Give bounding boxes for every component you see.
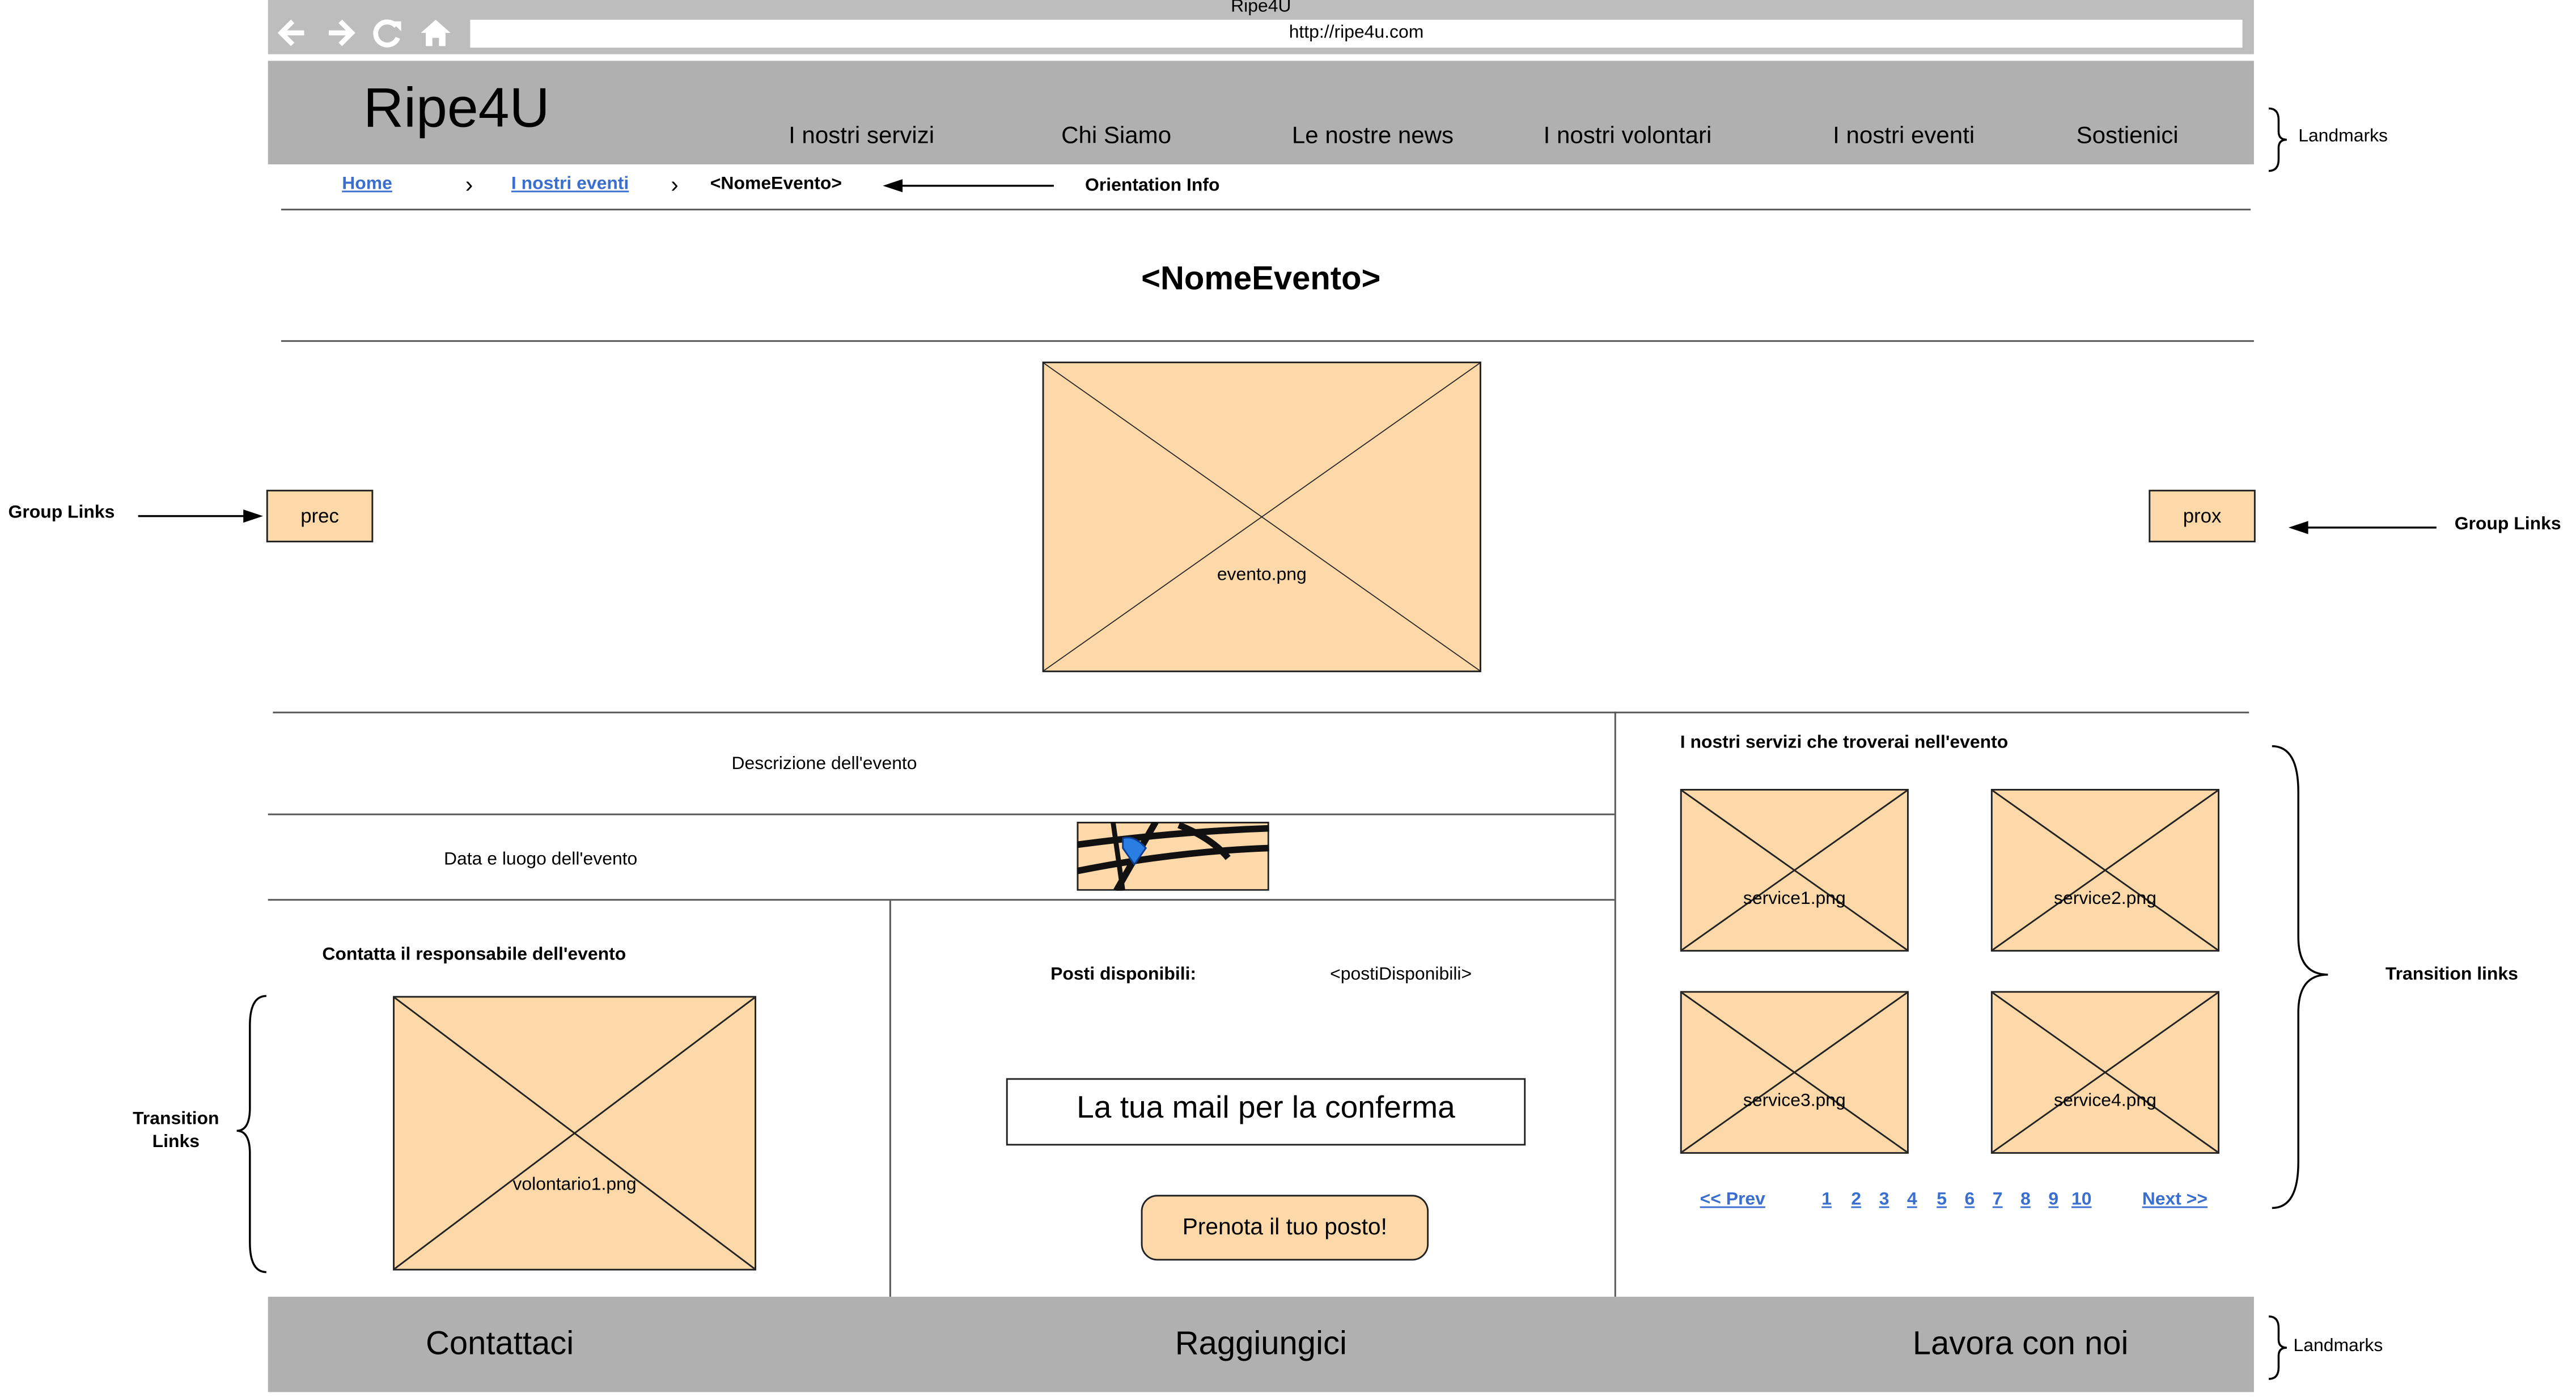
footer-lavora-con-noi[interactable]: Lavora con noi — [1913, 1326, 2128, 1364]
event-image-label: evento.png — [1217, 565, 1307, 585]
pagination-page[interactable]: 6 — [1965, 1190, 1975, 1210]
volunteer-image-label: volontario1.png — [512, 1175, 637, 1195]
reload-icon[interactable] — [370, 16, 406, 49]
forward-arrow-icon[interactable] — [322, 16, 358, 49]
service-card[interactable]: service2.png — [1990, 789, 2220, 952]
arrow-left-icon — [2288, 521, 2437, 534]
pagination-page[interactable]: 8 — [2020, 1190, 2031, 1210]
pagination-page[interactable]: 7 — [1993, 1190, 2003, 1210]
divider — [281, 340, 2254, 342]
pagination-page[interactable]: 1 — [1821, 1190, 1832, 1210]
nav-item-servizi[interactable]: I nostri servizi — [789, 124, 934, 150]
footer-raggiungici[interactable]: Raggiungici — [1175, 1326, 1347, 1364]
browser-nav — [274, 16, 454, 49]
divider — [281, 209, 2251, 211]
pagination-page[interactable]: 2 — [1851, 1190, 1861, 1210]
divider — [273, 711, 2249, 714]
site-footer: Contattaci Raggiungici Lavora con noi — [268, 1297, 2254, 1392]
nav-item-news[interactable]: Le nostre news — [1292, 124, 1454, 150]
event-description: Descrizione dell'evento — [731, 754, 917, 774]
map-icon[interactable] — [1077, 822, 1269, 891]
service-card[interactable]: service1.png — [1680, 789, 1909, 952]
breadcrumb-chevron-icon: › — [465, 171, 473, 197]
divider — [889, 901, 891, 1297]
site-header: Ripe4U I nostri servizi Chi Siamo Le nos… — [268, 61, 2254, 164]
window-title: Ripe4U — [1231, 0, 1291, 16]
divider — [1614, 711, 1616, 1297]
breadcrumb-events[interactable]: I nostri eventi — [511, 174, 629, 194]
breadcrumb-home[interactable]: Home — [342, 174, 392, 194]
divider — [268, 899, 1615, 901]
footer-contattaci[interactable]: Contattaci — [426, 1326, 574, 1364]
pagination-next[interactable]: Next >> — [2142, 1190, 2208, 1210]
services-title: I nostri servizi che troverai nell'event… — [1680, 733, 2009, 753]
pagination-page[interactable]: 4 — [1907, 1190, 1917, 1210]
next-button[interactable]: prox — [2149, 490, 2256, 543]
book-button[interactable]: Prenota il tuo posto! — [1141, 1195, 1429, 1261]
brace-icon — [2272, 745, 2328, 1209]
brace-icon — [2268, 1315, 2287, 1380]
email-input[interactable]: La tua mail per la conferma — [1006, 1078, 1526, 1146]
event-image: evento.png — [1042, 362, 1481, 673]
annotation-group-links-right: Group Links — [2454, 514, 2561, 534]
annotation-transition-links-left: Transition Links — [133, 1109, 219, 1152]
breadcrumb-chevron-icon: › — [671, 171, 679, 197]
annotation-transition-links-right: Transition links — [2385, 965, 2518, 985]
brace-icon — [2268, 107, 2287, 172]
prev-button[interactable]: prec — [266, 490, 374, 543]
brace-icon — [236, 995, 266, 1273]
nav-item-eventi[interactable]: I nostri eventi — [1833, 124, 1975, 150]
pagination-page[interactable]: 3 — [1879, 1190, 1889, 1210]
annotation-landmarks-bottom: Landmarks — [2293, 1336, 2383, 1356]
arrow-left-icon — [883, 179, 1054, 193]
pagination-page[interactable]: 5 — [1937, 1190, 1947, 1210]
seats-value: <postiDisponibili> — [1330, 965, 1472, 985]
service-card-label: service4.png — [2054, 1091, 2156, 1111]
service-card-label: service3.png — [1743, 1091, 1846, 1111]
service-card-label: service2.png — [2054, 889, 2156, 909]
back-arrow-icon[interactable] — [274, 16, 311, 49]
pagination-prev[interactable]: << Prev — [1700, 1190, 1765, 1210]
event-date-place: Data e luogo dell'evento — [444, 850, 638, 870]
divider — [268, 813, 1615, 816]
nav-item-sostienici[interactable]: Sostienici — [2077, 124, 2179, 150]
annotation-group-links-left: Group Links — [8, 503, 115, 523]
annotation-orientation: Orientation Info — [1085, 176, 1220, 196]
service-card[interactable]: service4.png — [1990, 991, 2220, 1154]
breadcrumb-current: <NomeEvento> — [710, 174, 842, 194]
service-card-label: service1.png — [1743, 889, 1846, 909]
nav-item-volontari[interactable]: I nostri volontari — [1544, 124, 1712, 150]
url-bar[interactable]: http://ripe4u.com — [470, 19, 2243, 48]
home-icon[interactable] — [418, 16, 454, 49]
pagination-page[interactable]: 9 — [2048, 1190, 2058, 1210]
contact-title: Contatta il responsabile dell'evento — [322, 945, 626, 965]
service-card[interactable]: service3.png — [1680, 991, 1909, 1154]
browser-bar: Ripe4U http://ripe4u.com — [268, 0, 2254, 54]
annotation-landmarks-top: Landmarks — [2298, 126, 2388, 147]
arrow-right-icon — [138, 509, 263, 523]
pagination-page[interactable]: 10 — [2071, 1190, 2092, 1210]
page-title: <NomeEvento> — [1141, 261, 1381, 298]
seats-label: Posti disponibili: — [1050, 965, 1197, 985]
site-logo[interactable]: Ripe4U — [363, 77, 550, 141]
volunteer-image[interactable]: volontario1.png — [393, 996, 756, 1271]
nav-item-chi-siamo[interactable]: Chi Siamo — [1061, 124, 1171, 150]
